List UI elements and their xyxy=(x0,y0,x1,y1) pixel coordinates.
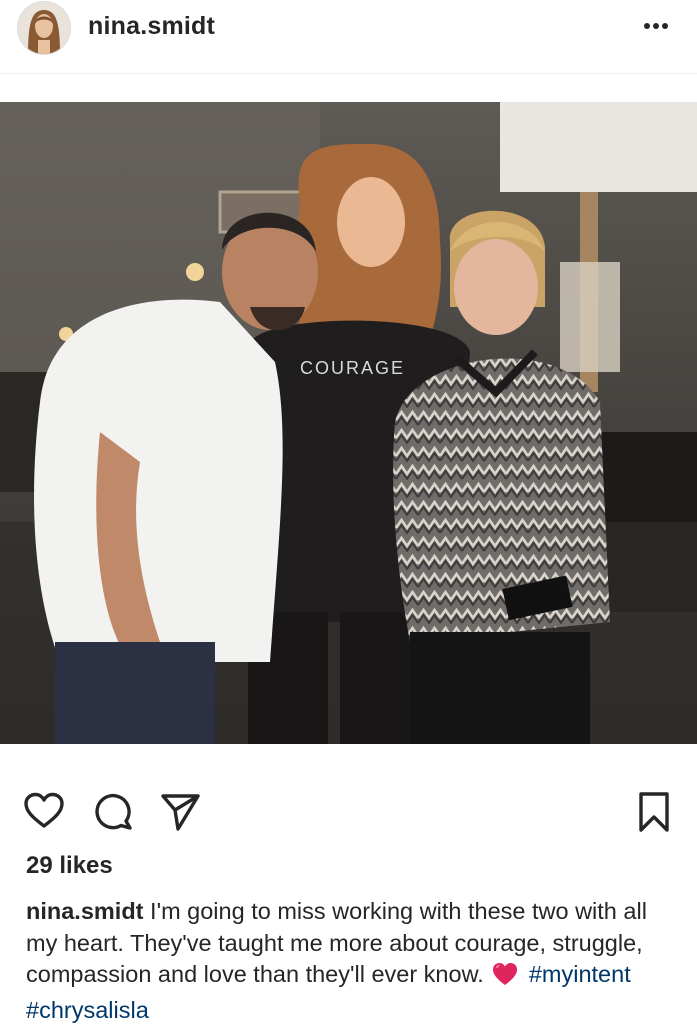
post-actions xyxy=(0,790,697,834)
post-photo[interactable]: COURAGE xyxy=(0,102,697,744)
post-header: nina.smidt xyxy=(0,0,697,74)
hashtag-myintent[interactable]: #myintent xyxy=(529,961,631,987)
bookmark-icon[interactable] xyxy=(632,790,676,834)
send-icon[interactable] xyxy=(158,790,202,834)
post-author-username[interactable]: nina.smidt xyxy=(88,12,215,41)
heart-icon[interactable] xyxy=(22,790,66,834)
hashtag-chrysalisla[interactable]: #chrysalisla xyxy=(26,997,149,1023)
heart-emoji-icon xyxy=(492,962,518,995)
avatar-image xyxy=(18,2,70,54)
likes-count[interactable]: 29 likes xyxy=(26,852,113,880)
caption-username[interactable]: nina.smidt xyxy=(26,898,144,924)
avatar[interactable] xyxy=(18,2,70,54)
post-caption: nina.smidt I'm going to miss working wit… xyxy=(26,896,676,1026)
shirt-text: COURAGE xyxy=(300,358,405,378)
more-options-icon[interactable] xyxy=(636,6,676,46)
post-photo-image: COURAGE xyxy=(0,102,697,744)
comment-icon[interactable] xyxy=(92,790,136,834)
